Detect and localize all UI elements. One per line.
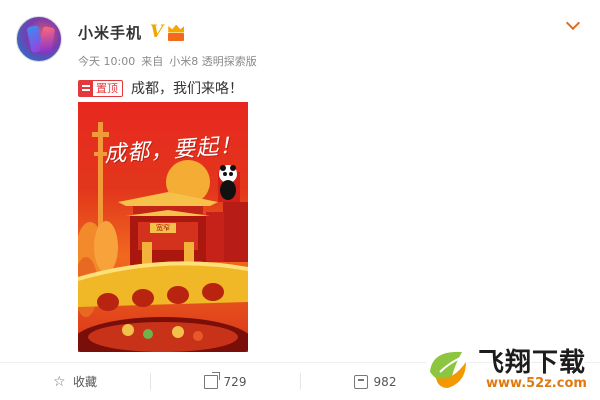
- pinned-label: 置顶: [96, 82, 118, 95]
- verified-icon[interactable]: V: [150, 24, 163, 41]
- post-image[interactable]: 成都，要起！ 宽窄: [78, 102, 248, 352]
- watermark-logo-icon: [425, 348, 469, 392]
- post-meta: 今天 10:00 来自 小米8 透明探索版: [78, 53, 257, 69]
- post-time[interactable]: 今天 10:00: [78, 53, 135, 69]
- comment-count: 982: [373, 374, 397, 389]
- gate-sign: 宽窄: [156, 224, 170, 232]
- star-icon: ☆: [52, 373, 66, 390]
- pin-icon: [79, 80, 93, 96]
- repost-count: 729: [223, 374, 247, 389]
- favorite-label: 收藏: [72, 375, 97, 389]
- post-text: 成都，我们来咯！: [131, 81, 243, 97]
- site-watermark: 飞翔下载 www.52z.com: [422, 338, 600, 400]
- post-source[interactable]: 小米8 透明探索版: [169, 53, 257, 69]
- chevron-down-icon[interactable]: [565, 15, 581, 31]
- user-name[interactable]: 小米手机: [78, 22, 142, 43]
- vip-crown-icon[interactable]: [167, 24, 185, 41]
- post-text-row: 置顶 成都，我们来咯！: [78, 78, 243, 98]
- comment-icon: [353, 374, 368, 389]
- pinned-badge: 置顶: [78, 79, 123, 97]
- avatar-phone-graphic: [38, 26, 56, 54]
- favorite-button[interactable]: ☆ 收藏: [0, 363, 150, 400]
- avatar[interactable]: [16, 16, 62, 62]
- repost-button[interactable]: 729: [150, 363, 300, 400]
- share-icon: [203, 371, 220, 389]
- watermark-url: www.52z.com: [486, 376, 587, 391]
- weibo-post: 小米手机 V 今天 10:00 来自 小米8 透明探索版 置顶 成都，我们来咯！: [0, 0, 600, 400]
- user-row: 小米手机 V: [78, 22, 185, 43]
- post-source-prefix: 来自: [141, 55, 164, 68]
- watermark-title: 飞翔下载: [478, 348, 587, 378]
